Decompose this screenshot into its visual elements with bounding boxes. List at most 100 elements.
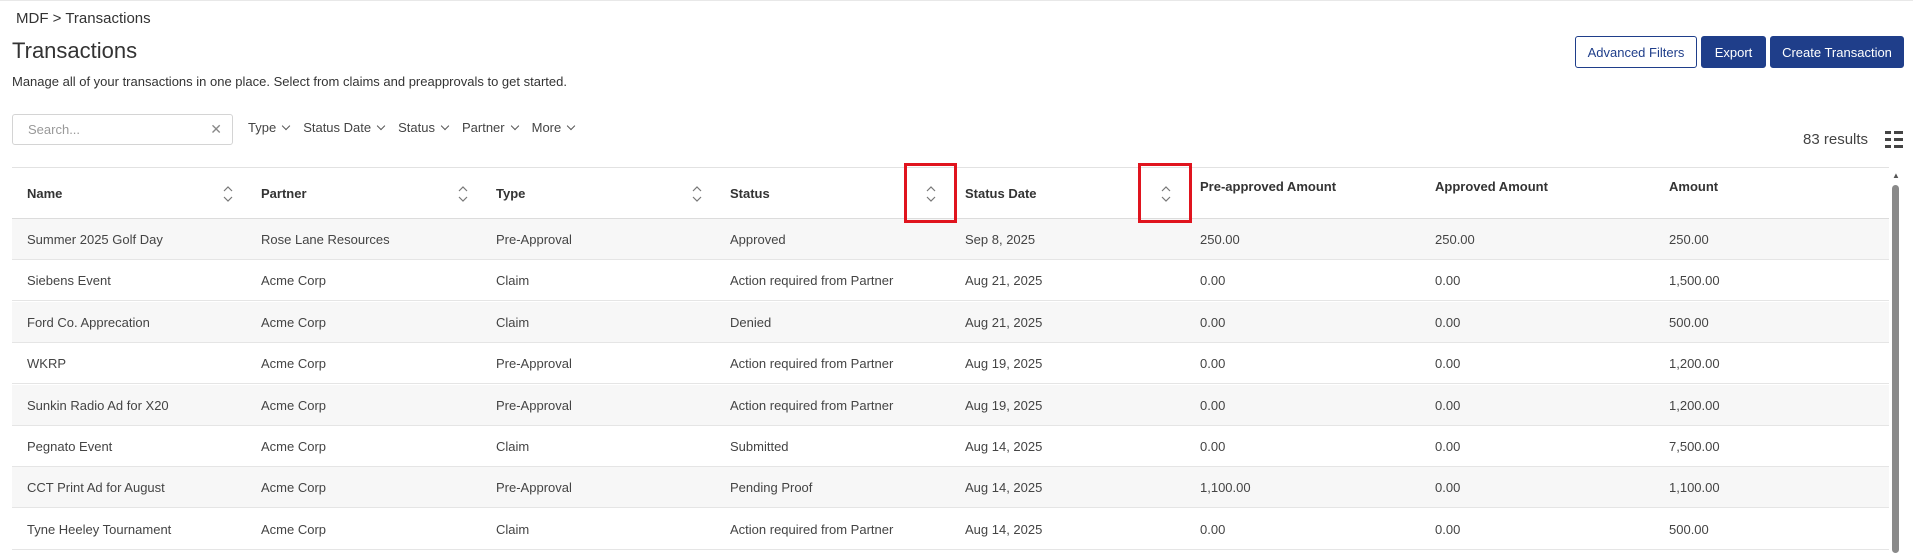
transactions-table: Name Partner Type Status Status Date Pre… bbox=[12, 167, 1889, 553]
cell-approved-amount: 0.00 bbox=[1435, 480, 1461, 496]
create-transaction-button[interactable]: Create Transaction bbox=[1770, 36, 1904, 68]
chevron-down-icon bbox=[510, 121, 519, 130]
cell-type: Pre-Approval bbox=[496, 397, 572, 413]
cell-status-date: Aug 21, 2025 bbox=[965, 273, 1043, 289]
column-header-type[interactable]: Type bbox=[496, 168, 525, 219]
cell-pre-approved-amount: 250.00 bbox=[1200, 232, 1240, 247]
cell-partner: Acme Corp bbox=[261, 521, 327, 537]
table-row[interactable]: WKRP Acme Corp Pre-Approval Action required… bbox=[12, 343, 1889, 385]
column-header-amount[interactable]: Amount bbox=[1669, 168, 1718, 219]
cell-name: CCT Print Ad for August bbox=[27, 480, 165, 496]
cell-pre-approved-amount: 0.00 bbox=[1200, 397, 1226, 413]
cell-approved-amount: 0.00 bbox=[1435, 314, 1461, 330]
cell-status: Denied bbox=[730, 314, 772, 330]
scroll-up-icon[interactable]: ▲ bbox=[1892, 171, 1900, 180]
cell-approved-amount: 0.00 bbox=[1435, 273, 1461, 289]
cell-type: Claim bbox=[496, 521, 530, 537]
filter-status[interactable]: Status bbox=[398, 120, 450, 135]
cell-partner: Acme Corp bbox=[261, 314, 327, 330]
page-title: Transactions bbox=[12, 38, 138, 63]
cell-status-date: Aug 14, 2025 bbox=[965, 480, 1043, 496]
cell-name: Ford Co. Apprecation bbox=[27, 314, 150, 330]
cell-status-date: Aug 14, 2025 bbox=[965, 521, 1043, 537]
cell-status-date: Aug 21, 2025 bbox=[965, 314, 1043, 330]
cell-amount: 1,100.00 bbox=[1669, 480, 1720, 496]
cell-pre-approved-amount: 1,100.00 bbox=[1200, 480, 1251, 496]
cell-type: Pre-Approval bbox=[496, 232, 572, 247]
page-subtitle: Manage all of your transactions in one p… bbox=[12, 74, 567, 89]
cell-partner: Acme Corp bbox=[261, 480, 327, 496]
cell-partner: Acme Corp bbox=[261, 273, 327, 289]
cell-amount: 7,500.00 bbox=[1669, 439, 1720, 454]
table-row[interactable]: Sunkin Radio Ad for X20 Acme Corp Pre-Appr… bbox=[12, 384, 1889, 426]
sort-icon[interactable] bbox=[457, 184, 469, 204]
column-header-partner[interactable]: Partner bbox=[261, 168, 307, 219]
sort-icon[interactable] bbox=[691, 184, 703, 204]
table-row[interactable]: Pegnato Event Acme Corp Claim Submitted Aug … bbox=[12, 426, 1889, 467]
advanced-filters-button[interactable]: Advanced Filters bbox=[1575, 36, 1697, 68]
cell-status-date: Aug 19, 2025 bbox=[965, 397, 1043, 413]
cell-type: Claim bbox=[496, 439, 530, 454]
cell-status: Approved bbox=[730, 232, 786, 247]
cell-name: Sunkin Radio Ad for X20 bbox=[27, 397, 169, 413]
cell-amount: 1,200.00 bbox=[1669, 397, 1720, 413]
cell-status-date: Sep 8, 2025 bbox=[965, 232, 1036, 247]
filter-type[interactable]: Type bbox=[248, 120, 291, 135]
cell-name: Tyne Heeley Tournament bbox=[27, 521, 172, 537]
sort-icon[interactable] bbox=[222, 184, 234, 204]
filter-label: Status bbox=[398, 120, 435, 135]
highlight-box bbox=[904, 163, 957, 223]
cell-partner: Acme Corp bbox=[261, 397, 327, 413]
cell-status: Action required from Partner bbox=[730, 273, 894, 289]
cell-name: Summer 2025 Golf Day bbox=[27, 232, 163, 247]
cell-status-date: Aug 19, 2025 bbox=[965, 356, 1043, 372]
filter-partner[interactable]: Partner bbox=[461, 120, 519, 135]
cell-status: Action required from Partner bbox=[730, 521, 894, 537]
cell-status: Submitted bbox=[730, 439, 789, 454]
cell-amount: 250.00 bbox=[1669, 232, 1709, 247]
cell-pre-approved-amount: 0.00 bbox=[1200, 314, 1226, 330]
column-header-status[interactable]: Status bbox=[730, 168, 770, 219]
cell-type: Pre-Approval bbox=[496, 480, 572, 496]
cell-pre-approved-amount: 0.00 bbox=[1200, 439, 1226, 454]
filter-label: Type bbox=[248, 120, 277, 135]
close-icon[interactable]: ✕ bbox=[210, 121, 222, 138]
filter-more[interactable]: More bbox=[532, 120, 576, 135]
cell-type: Pre-Approval bbox=[496, 356, 572, 372]
chevron-down-icon bbox=[376, 121, 386, 130]
cell-name: Pegnato Event bbox=[27, 439, 113, 454]
cell-pre-approved-amount: 0.00 bbox=[1200, 521, 1226, 537]
cell-approved-amount: 0.00 bbox=[1435, 397, 1461, 413]
cell-amount: 1,500.00 bbox=[1669, 273, 1720, 289]
column-header-status-date[interactable]: Status Date bbox=[965, 168, 1037, 219]
breadcrumb[interactable]: MDF > Transactions bbox=[16, 10, 151, 27]
highlight-box bbox=[1138, 163, 1192, 223]
table-row[interactable]: CCT Print Ad for August Acme Corp Pre-Appr… bbox=[12, 467, 1889, 509]
cell-approved-amount: 0.00 bbox=[1435, 439, 1461, 454]
chevron-down-icon bbox=[440, 121, 450, 130]
filter-label: Partner bbox=[461, 120, 505, 135]
column-view-icon[interactable] bbox=[1885, 131, 1903, 148]
search-input[interactable] bbox=[14, 116, 194, 143]
scrollbar-thumb[interactable] bbox=[1892, 185, 1899, 553]
table-row[interactable]: Summer 2025 Golf Day Rose Lane Resources P… bbox=[12, 219, 1889, 260]
column-header-pre-approved-amount[interactable]: Pre-approved Amount bbox=[1200, 168, 1336, 219]
cell-status-date: Aug 14, 2025 bbox=[965, 439, 1043, 454]
cell-pre-approved-amount: 0.00 bbox=[1200, 356, 1226, 372]
table-row[interactable]: Tyne Heeley Tournament Acme Corp Claim Acti… bbox=[12, 509, 1889, 550]
column-header-approved-amount[interactable]: Approved Amount bbox=[1435, 168, 1548, 219]
cell-partner: Acme Corp bbox=[261, 439, 327, 454]
cell-status: Action required from Partner bbox=[730, 356, 894, 372]
cell-status: Pending Proof bbox=[730, 480, 813, 496]
filter-status-date[interactable]: Status Date bbox=[303, 120, 386, 135]
chevron-down-icon bbox=[281, 121, 291, 130]
cell-name: WKRP bbox=[27, 356, 66, 372]
export-button[interactable]: Export bbox=[1701, 36, 1766, 68]
table-row[interactable]: Ford Co. Apprecation Acme Corp Claim Denied… bbox=[12, 301, 1889, 343]
filter-bar: Type Status Date Status Partner More bbox=[248, 120, 576, 135]
filter-label: Status Date bbox=[303, 120, 372, 135]
results-count: 83 results bbox=[1803, 131, 1869, 148]
column-header-name[interactable]: Name bbox=[27, 168, 62, 219]
cell-amount: 1,200.00 bbox=[1669, 356, 1720, 372]
table-row[interactable]: Siebens Event Acme Corp Claim Action requir… bbox=[12, 260, 1889, 302]
